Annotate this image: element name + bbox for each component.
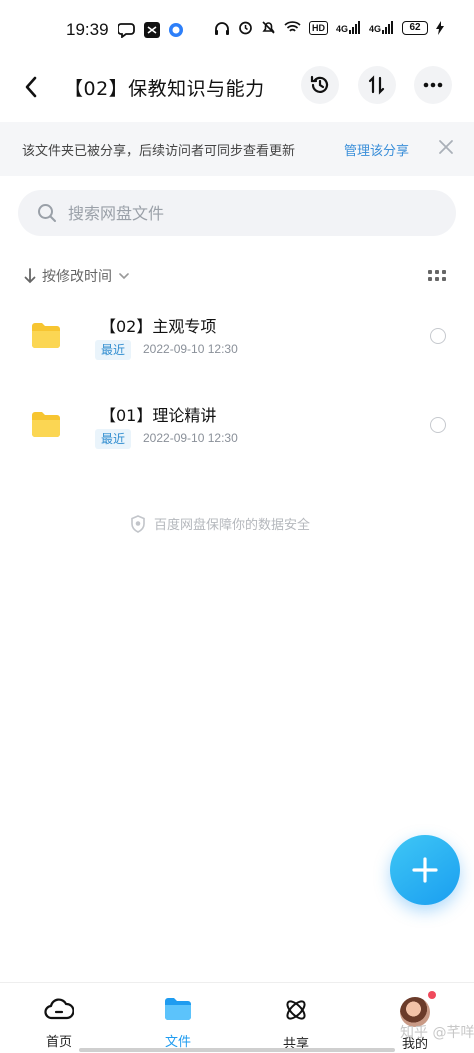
search-input[interactable] bbox=[68, 198, 428, 228]
watermark: 知乎 @芊咩咩 bbox=[400, 1025, 474, 1041]
add-button[interactable] bbox=[390, 835, 460, 905]
signal-icon-2: 4G bbox=[369, 21, 394, 34]
chat-icon bbox=[118, 23, 135, 38]
home-indicator[interactable] bbox=[79, 1048, 395, 1052]
file-date: 2022-09-10 12:30 bbox=[143, 342, 238, 356]
chevron-down-icon bbox=[119, 273, 129, 280]
bottom-nav: 首页 文件 共享 我的 bbox=[0, 982, 474, 1053]
file-name: 【02】主观专项 bbox=[100, 317, 217, 336]
page-title: 【02】保教知识与能力 bbox=[64, 78, 265, 100]
hd-badge: HD bbox=[308, 20, 328, 35]
sort-icon bbox=[368, 75, 385, 95]
nav-home[interactable]: 首页 bbox=[24, 997, 94, 1050]
shield-icon bbox=[131, 514, 145, 533]
arrow-down-icon bbox=[24, 268, 36, 284]
select-radio[interactable] bbox=[430, 328, 446, 344]
more-icon bbox=[423, 82, 443, 88]
list-item[interactable]: 【02】主观专项 最近 2022-09-10 12:30 bbox=[0, 302, 474, 380]
manage-share-link[interactable]: 管理该分享 bbox=[344, 140, 409, 159]
share-banner: 该文件夹已被分享，后续访问者可同步查看更新 管理该分享 bbox=[0, 122, 474, 176]
security-note: 百度网盘保障你的数据安全 bbox=[130, 514, 310, 533]
recent-badge: 最近 bbox=[95, 429, 132, 449]
browser-icon bbox=[169, 23, 183, 37]
alarm-icon bbox=[239, 21, 252, 35]
status-time: 19:39 bbox=[66, 20, 109, 39]
notification-dot bbox=[428, 991, 436, 999]
nav-share[interactable]: 共享 bbox=[261, 997, 331, 1052]
recent-badge: 最近 bbox=[95, 340, 132, 360]
header: 【02】保教知识与能力 bbox=[0, 62, 474, 112]
folder-icon bbox=[32, 412, 60, 437]
nav-files[interactable]: 文件 bbox=[143, 997, 213, 1050]
signal-icon: 4G bbox=[336, 21, 361, 34]
headphones-icon bbox=[214, 21, 229, 35]
charging-icon bbox=[436, 20, 444, 35]
security-note-text: 百度网盘保障你的数据安全 bbox=[154, 518, 311, 533]
capcut-icon bbox=[144, 22, 160, 38]
back-button[interactable] bbox=[16, 72, 46, 102]
share-banner-text: 该文件夹已被分享，后续访问者可同步查看更新 bbox=[22, 144, 296, 159]
search-bar bbox=[18, 190, 456, 236]
folder-tab-icon bbox=[165, 998, 191, 1020]
file-date: 2022-09-10 12:30 bbox=[143, 431, 238, 445]
plus-icon bbox=[412, 857, 438, 883]
wifi-icon bbox=[284, 21, 301, 32]
battery-indicator: 62 bbox=[402, 20, 428, 35]
close-icon[interactable] bbox=[436, 137, 456, 157]
cloud-icon bbox=[44, 998, 75, 1020]
list-item[interactable]: 【01】理论精讲 最近 2022-09-10 12:30 bbox=[0, 391, 474, 469]
history-button[interactable] bbox=[301, 66, 339, 104]
sort-label: 按修改时间 bbox=[42, 269, 112, 285]
select-radio[interactable] bbox=[430, 417, 446, 433]
status-bar: 19:39 HD 4G 4G 62 bbox=[0, 0, 474, 62]
sort-button[interactable] bbox=[358, 66, 396, 104]
atom-icon bbox=[286, 1000, 306, 1020]
history-icon bbox=[310, 75, 329, 93]
mute-icon bbox=[262, 21, 275, 34]
sort-control[interactable]: 按修改时间 bbox=[24, 266, 130, 286]
grid-view-icon[interactable] bbox=[428, 270, 446, 284]
search-icon bbox=[38, 204, 56, 222]
more-button[interactable] bbox=[414, 66, 452, 104]
back-arrow-icon bbox=[25, 76, 37, 98]
file-name: 【01】理论精讲 bbox=[100, 406, 217, 425]
folder-icon bbox=[32, 323, 60, 348]
